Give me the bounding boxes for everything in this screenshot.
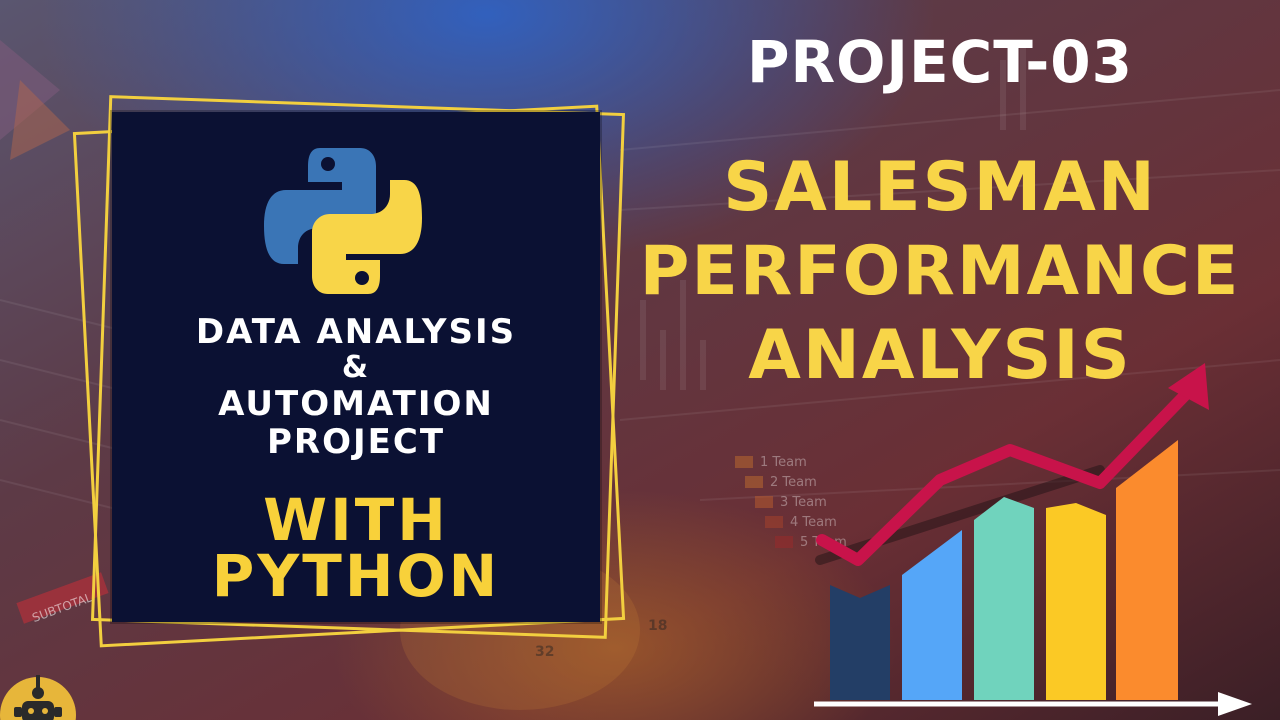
card-line-automation: AUTOMATION [218, 384, 494, 424]
headline-salesman: SALESMAN [723, 148, 1157, 227]
growth-bars [830, 440, 1178, 700]
bg-pie-value-2: 18 [648, 618, 667, 634]
python-logo-icon [264, 148, 422, 294]
card-python: PYTHON [211, 542, 501, 610]
card-line-ampersand: & [341, 350, 371, 385]
card-line-data-analysis: DATA ANALYSIS [195, 312, 517, 352]
title-card: DATA ANALYSIS & AUTOMATION PROJECT WITH … [112, 112, 600, 622]
headline-performance: PERFORMANCE [639, 232, 1241, 311]
bg-pie-value-1: 32 [535, 644, 554, 660]
bar-teal [974, 497, 1034, 700]
bar-yellow [1046, 503, 1106, 700]
bar-blue [902, 530, 962, 700]
project-number: PROJECT-03 [746, 28, 1134, 96]
bar-orange [1116, 440, 1178, 700]
axis-arrow-head [1218, 692, 1252, 716]
card-line-project: PROJECT [266, 422, 446, 462]
robot-mascot-icon [0, 675, 76, 720]
growth-chart-graphic [814, 363, 1252, 716]
bar-navy [830, 585, 890, 700]
